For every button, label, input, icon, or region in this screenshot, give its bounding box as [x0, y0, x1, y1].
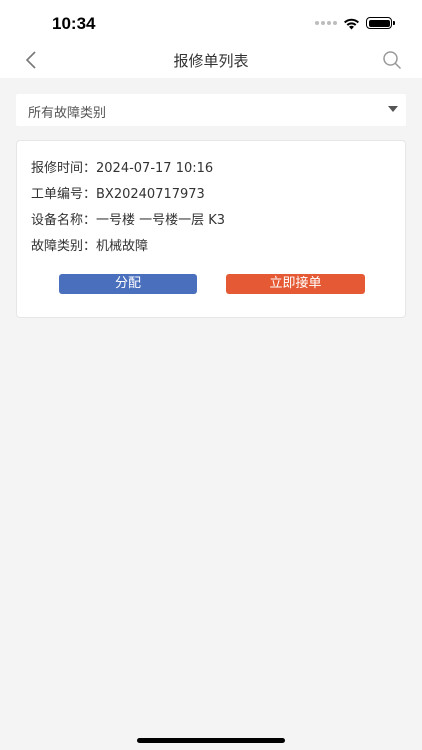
battery-icon	[366, 17, 395, 29]
navbar: 报修单列表	[0, 44, 422, 78]
accept-order-button[interactable]: 立即接单	[226, 274, 365, 294]
field-label: 报修时间：	[31, 161, 97, 176]
field-label: 故障类别：	[31, 239, 97, 254]
home-indicator	[137, 738, 285, 743]
device-name-value: 一号楼 一号楼一层 K3	[96, 213, 226, 228]
report-time-value: 2024-07-17 10:16	[96, 161, 214, 176]
assign-button[interactable]: 分配	[59, 274, 197, 294]
search-button[interactable]	[380, 48, 404, 72]
status-time: 10:34	[52, 14, 96, 33]
status-icons	[315, 16, 395, 30]
page-title: 报修单列表	[173, 52, 249, 70]
report-time-row: 报修时间：2024-07-17 10:16	[31, 157, 213, 176]
field-label: 工单编号：	[31, 187, 97, 202]
fault-category-value-text: 机械故障	[96, 239, 149, 254]
caret-down-icon	[388, 106, 398, 112]
fault-category-row: 故障类别：机械故障	[31, 235, 148, 254]
wifi-icon	[344, 18, 359, 29]
status-bar: 10:34	[0, 0, 422, 44]
fault-category-select[interactable]: 所有故障类别	[16, 94, 406, 126]
order-number-row: 工单编号：BX20240717973	[31, 183, 205, 202]
search-icon	[383, 51, 402, 70]
field-label: 设备名称：	[31, 213, 97, 228]
fault-category-value: 所有故障类别	[28, 106, 107, 121]
repair-order-card[interactable]: 报修时间：2024-07-17 10:16 工单编号：BX20240717973…	[16, 140, 406, 318]
order-number-value: BX20240717973	[96, 187, 205, 202]
device-name-row: 设备名称：一号楼 一号楼一层 K3	[31, 209, 225, 228]
cellular-signal-icon	[315, 21, 337, 25]
